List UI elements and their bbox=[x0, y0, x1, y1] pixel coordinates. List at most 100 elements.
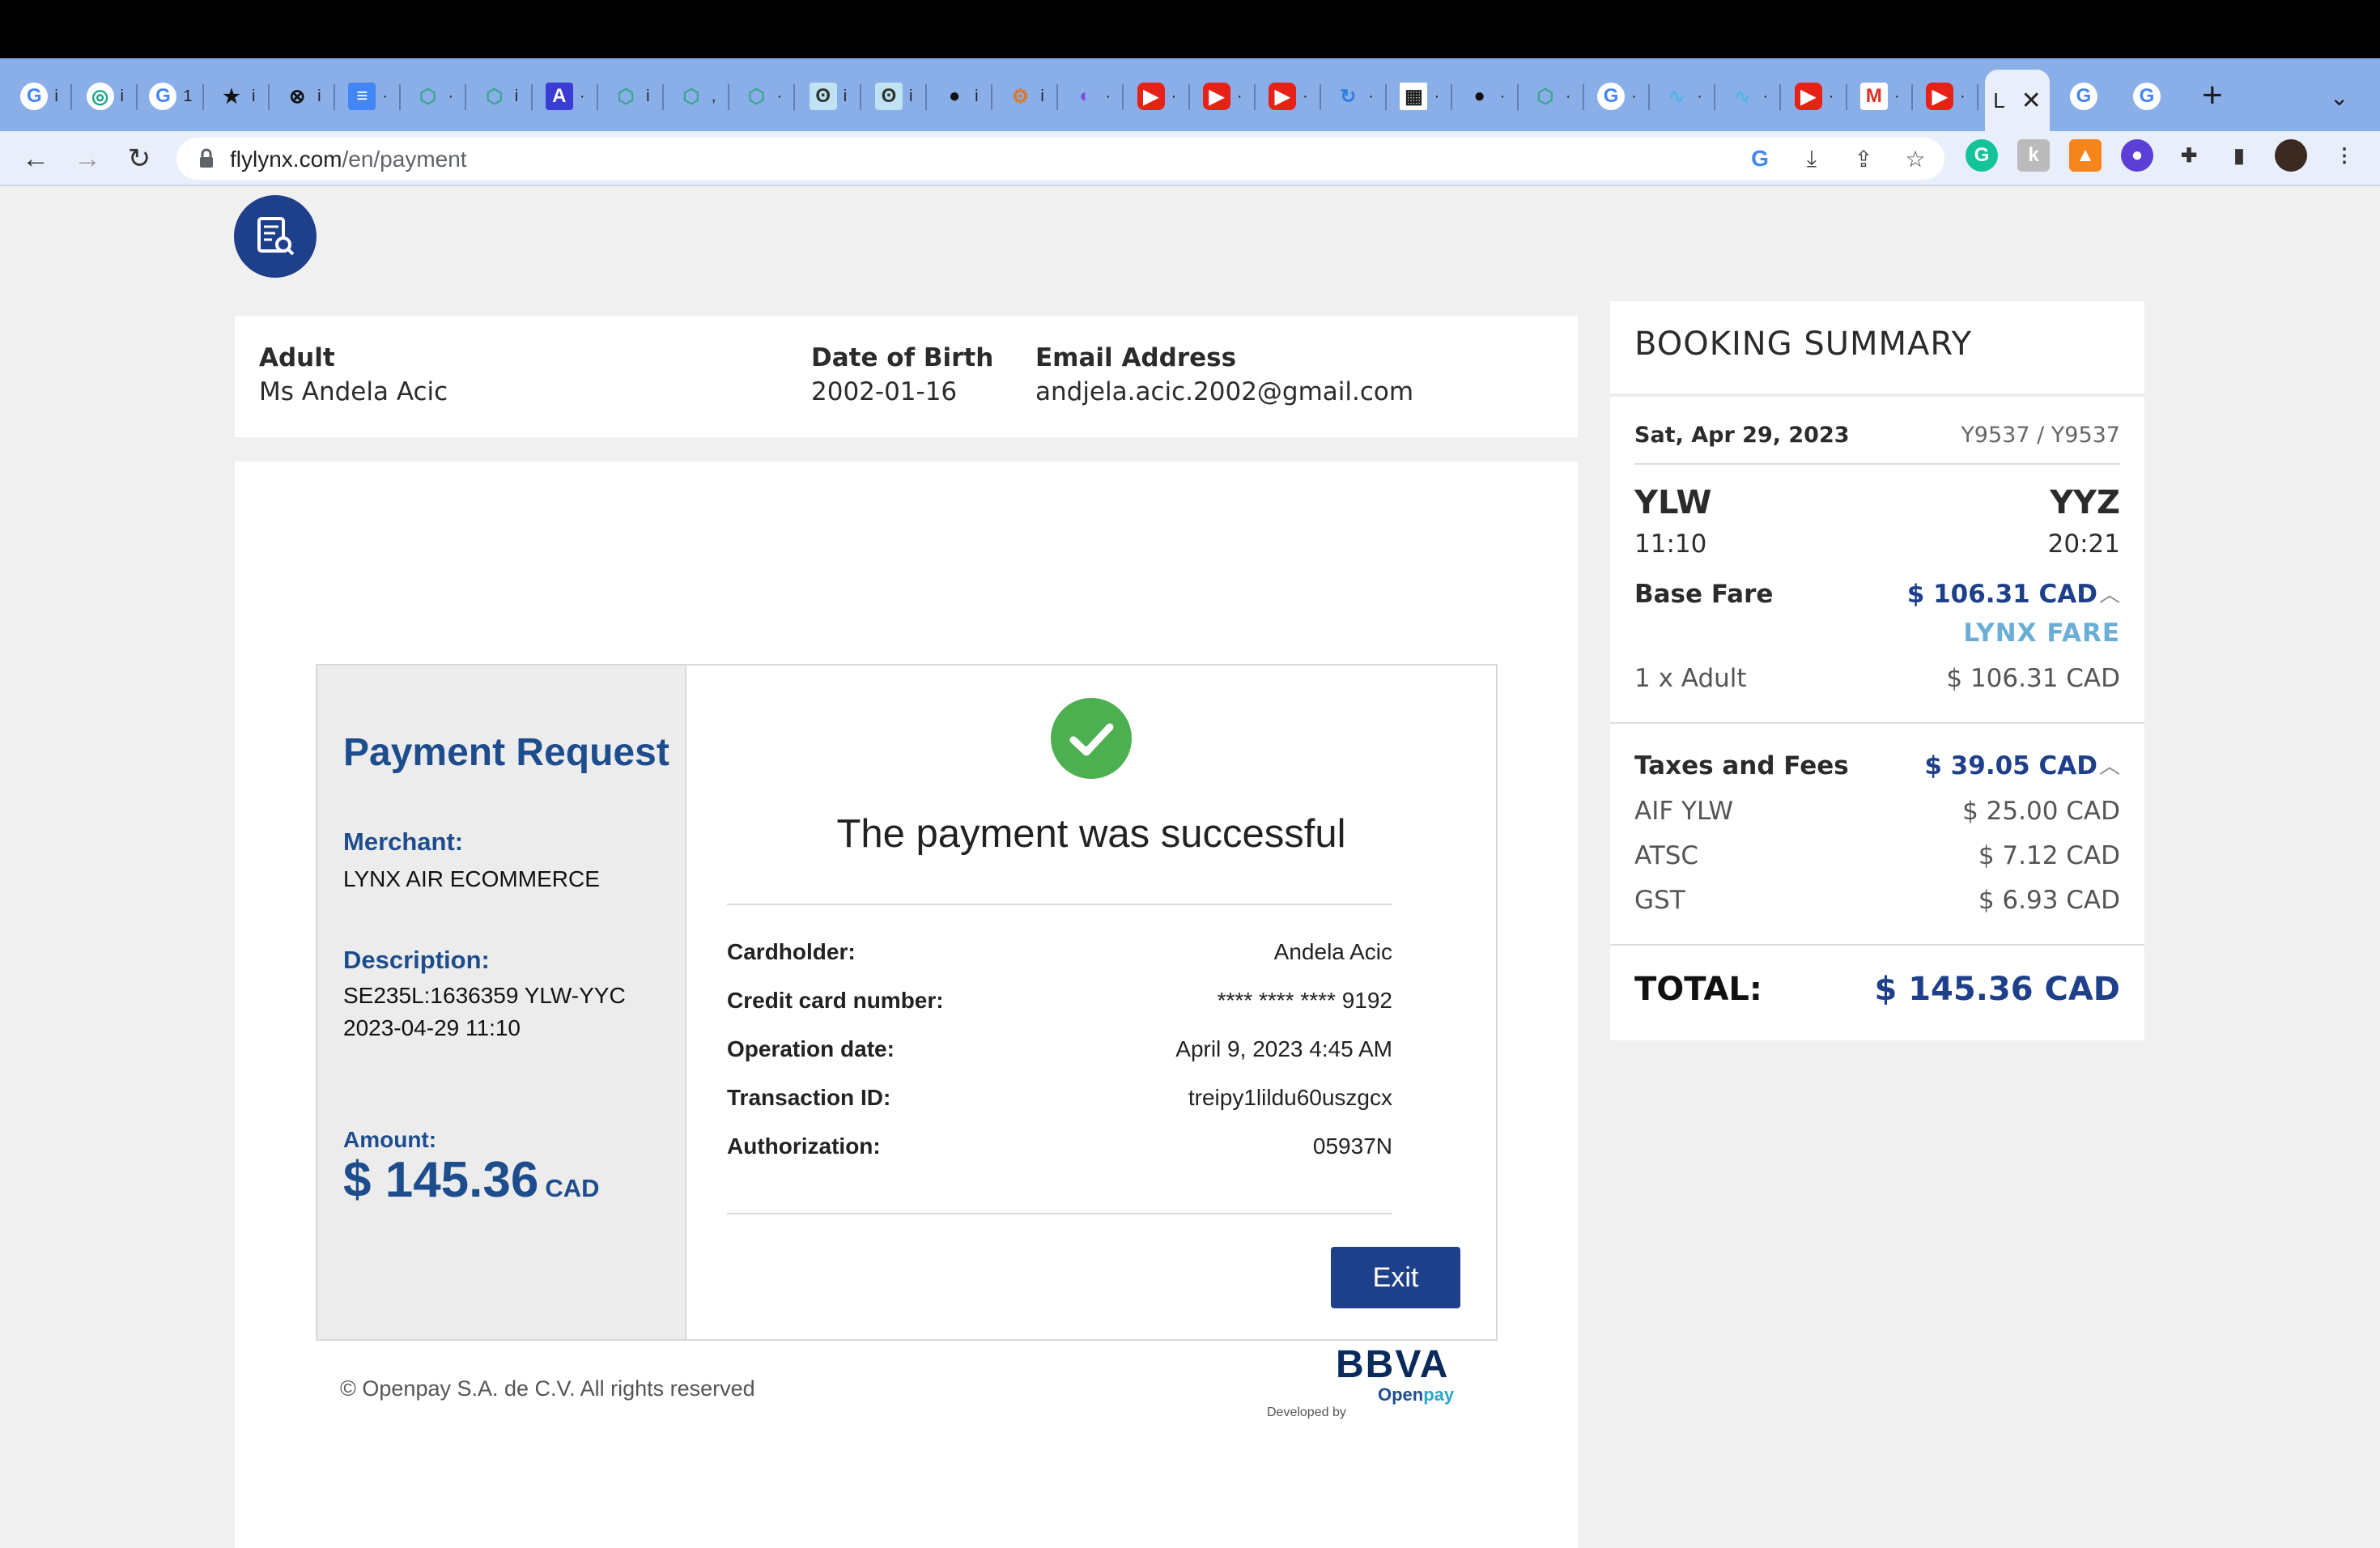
success-message: The payment was successful bbox=[836, 812, 1346, 856]
tab-google-1[interactable]: G bbox=[2051, 66, 2116, 126]
tab-qr-22[interactable]: ▦ · bbox=[1387, 66, 1453, 126]
cube-icon: ⬡ bbox=[747, 85, 765, 108]
tab-cube-12[interactable]: ⬡ · bbox=[729, 66, 796, 126]
tab-docs-6[interactable]: ≡ · bbox=[335, 66, 402, 126]
amount-currency: CAD bbox=[545, 1174, 600, 1202]
dob-block: Date of Birth 2002-01-16 bbox=[811, 343, 993, 406]
tab-title-fragment: · bbox=[1960, 87, 1966, 105]
tab-rust-16[interactable]: ⚙ i bbox=[992, 66, 1059, 126]
tab-star-4[interactable]: ★ i bbox=[204, 66, 270, 126]
detail-value: **** **** **** 9192 bbox=[1217, 988, 1392, 1013]
chevron-up-icon[interactable]: ︿ bbox=[2099, 578, 2120, 608]
extension-k-icon[interactable]: k bbox=[2017, 139, 2050, 172]
google-lens-icon[interactable]: G bbox=[1747, 146, 1773, 172]
youtube-icon: ▶ bbox=[1926, 83, 1954, 110]
email-value: andjela.acic.2002@gmail.com bbox=[1035, 377, 1414, 406]
url-path: /en/payment bbox=[342, 147, 467, 172]
back-button[interactable]: ← bbox=[16, 139, 55, 178]
browser-menu-icon[interactable]: ⋮ bbox=[2328, 139, 2361, 172]
qr-icon: ▦ bbox=[1400, 83, 1428, 110]
passenger-info-card: Adult Ms Andela Acic Date of Birth 2002-… bbox=[235, 316, 1578, 437]
tab-cube-11[interactable]: ⬡, bbox=[664, 66, 730, 126]
side-panel-icon[interactable]: ▮ bbox=[2223, 139, 2255, 172]
tab-title-fragment: 1 bbox=[183, 87, 193, 105]
tab-google-1[interactable]: Gi bbox=[6, 66, 73, 126]
fee-label: ATSC bbox=[1634, 841, 1699, 870]
tab-ai-9[interactable]: A · bbox=[533, 66, 598, 126]
flight-date: Sat, Apr 29, 2023 bbox=[1634, 423, 1850, 448]
address-bar[interactable]: flylynx.com/en/payment G ⤓ ⇪ ☆ bbox=[176, 138, 1944, 180]
tab-gopher-14[interactable]: ʘi bbox=[861, 66, 927, 126]
grammarly-icon[interactable]: G bbox=[1966, 139, 1998, 172]
tab-youtube-30[interactable]: ▶ · bbox=[1913, 66, 1978, 126]
close-tab-icon[interactable]: ✕ bbox=[2021, 87, 2042, 115]
tab-cube-10[interactable]: ⬡ i bbox=[598, 66, 664, 126]
exit-button[interactable]: Exit bbox=[1331, 1247, 1460, 1308]
tab-title-fragment: · bbox=[1303, 87, 1308, 105]
tab-x-circle-5[interactable]: ⊗ i bbox=[270, 66, 335, 126]
arrival-time: 20:21 bbox=[2047, 529, 2120, 559]
detail-value: 05937N bbox=[1312, 1133, 1392, 1159]
tab-title-fragment: · bbox=[1762, 87, 1769, 105]
payment-request-panel: Payment Request Merchant: LYNX AIR ECOMM… bbox=[317, 666, 686, 1339]
itinerary-search-icon[interactable] bbox=[234, 195, 317, 278]
developed-by-label: Developed by bbox=[1267, 1406, 1346, 1419]
taxes-label: Taxes and Fees bbox=[1634, 751, 1849, 780]
divider bbox=[727, 904, 1392, 905]
forward-button[interactable]: → bbox=[68, 139, 107, 178]
tab-spiral-17[interactable]: ◐ · bbox=[1058, 66, 1124, 126]
detail-value: Andela Acic bbox=[1273, 939, 1392, 964]
tab-title-fragment: · bbox=[776, 87, 783, 105]
description-line1: SE235L:1636359 YLW-YYC bbox=[343, 983, 626, 1008]
tab-gradient-27[interactable]: ∿ · bbox=[1715, 66, 1782, 126]
share-icon[interactable]: ⇪ bbox=[1851, 146, 1876, 172]
tab-title-fragment: · bbox=[1434, 87, 1440, 105]
tab-title-fragment: i bbox=[317, 87, 321, 105]
tab-google-25[interactable]: G · bbox=[1584, 66, 1650, 126]
tab-title-fragment: i bbox=[1040, 87, 1044, 105]
loop-icon: ↻ bbox=[1340, 85, 1357, 108]
tab-cube-24[interactable]: ⬡ · bbox=[1519, 66, 1584, 126]
tab-youtube-18[interactable]: ▶ · bbox=[1124, 66, 1190, 126]
tab-title-fragment: · bbox=[448, 87, 454, 105]
tab-github-15[interactable]: ● i bbox=[927, 66, 992, 126]
tab-youtube-28[interactable]: ▶ · bbox=[1781, 66, 1847, 126]
chevron-down-icon[interactable]: ⌄ bbox=[2330, 84, 2348, 111]
base-fare-value: $ 106.31 CAD bbox=[1906, 580, 2097, 609]
tab-title-fragment: · bbox=[1631, 87, 1637, 105]
tab-google-2[interactable]: G bbox=[2114, 66, 2179, 126]
tab-loop-21[interactable]: ↻ · bbox=[1321, 66, 1388, 126]
fare-name: LYNX FARE bbox=[1963, 619, 2120, 648]
tab-gmail-29[interactable]: M · bbox=[1847, 66, 1913, 126]
bookmark-star-icon[interactable]: ☆ bbox=[1902, 146, 1928, 172]
passenger-type-label: Adult bbox=[259, 343, 335, 372]
tab-active[interactable]: L ✕ bbox=[1985, 70, 2050, 131]
email-label: Email Address bbox=[1035, 343, 1237, 372]
tab-title-fragment: · bbox=[1828, 87, 1834, 105]
dob-label: Date of Birth bbox=[811, 343, 994, 372]
github-icon: ● bbox=[948, 85, 961, 107]
docs-icon: ≡ bbox=[348, 83, 376, 110]
tab-youtube-19[interactable]: ▶ · bbox=[1190, 66, 1256, 126]
spiral-icon: ◐ bbox=[1079, 85, 1091, 107]
chevron-up-icon[interactable]: ︿ bbox=[2099, 750, 2120, 780]
install-app-icon[interactable]: ⤓ bbox=[1799, 146, 1825, 172]
gopher-icon: ʘ bbox=[809, 83, 837, 110]
tab-openai-2[interactable]: ◎ i bbox=[72, 66, 138, 126]
profile-avatar[interactable] bbox=[2275, 139, 2307, 172]
tab-youtube-20[interactable]: ▶ · bbox=[1256, 66, 1321, 126]
new-tab-button[interactable]: + bbox=[2202, 78, 2223, 113]
extension-circle-icon[interactable]: ● bbox=[2121, 139, 2153, 172]
extensions-puzzle-icon[interactable]: ✚ bbox=[2173, 139, 2205, 172]
passenger-name-block: Adult Ms Andela Acic bbox=[259, 343, 448, 406]
github-icon: ● bbox=[1473, 85, 1485, 107]
tab-google-3[interactable]: G1 bbox=[138, 66, 204, 126]
tab-gradient-26[interactable]: ∿ · bbox=[1650, 66, 1716, 126]
tab-cube-8[interactable]: ⬡ i bbox=[466, 66, 533, 126]
tab-github-23[interactable]: ● · bbox=[1452, 66, 1519, 126]
tab-gopher-13[interactable]: ʘi bbox=[795, 66, 861, 126]
url-text: flylynx.com/en/payment bbox=[230, 147, 467, 172]
metamask-icon[interactable]: ▲ bbox=[2069, 139, 2102, 172]
reload-button[interactable]: ↻ bbox=[120, 139, 159, 178]
tab-cube-7[interactable]: ⬡ · bbox=[401, 66, 467, 126]
